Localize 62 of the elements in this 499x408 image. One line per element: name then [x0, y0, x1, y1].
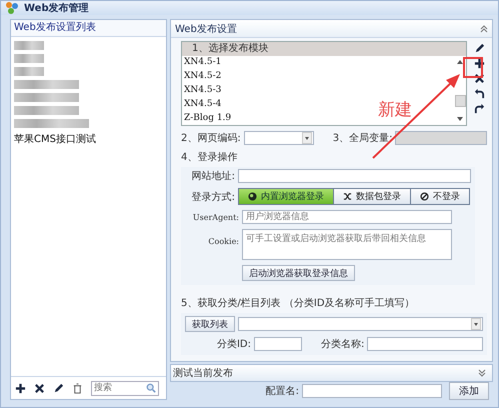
search-icon [146, 383, 156, 393]
blurred-text [14, 41, 44, 50]
ban-icon [420, 192, 429, 201]
add-button[interactable]: 添加 [449, 382, 489, 400]
blurred-text [14, 93, 79, 102]
undo-icon[interactable] [474, 88, 484, 99]
app-icon [5, 1, 19, 15]
field-label: Cookie: [207, 236, 239, 246]
redo-icon[interactable] [474, 103, 484, 114]
expand-icon [478, 369, 486, 377]
panel-title: 测试当前发布 [173, 366, 233, 380]
input-field[interactable] [238, 169, 471, 183]
panel-title: Web发布设置列表 [11, 20, 166, 37]
input-field[interactable] [302, 384, 442, 398]
blurred-text [14, 80, 79, 89]
module-item[interactable]: XN4.5-1 [184, 56, 222, 70]
module-item[interactable]: XN4.5-2 [184, 70, 222, 84]
module-item[interactable]: Z-Blog 1.9 [184, 112, 232, 125]
list-item[interactable]: 苹果CMS接口测试 [14, 132, 163, 146]
annotation-text: 新建 [378, 99, 412, 121]
shuffle-icon [343, 192, 352, 201]
close-icon[interactable] [474, 73, 484, 84]
login-mode-button[interactable]: 不登录 [410, 189, 469, 204]
field-label: 登录方式: [190, 190, 235, 204]
search-field[interactable]: 搜索 [91, 380, 159, 396]
blurred-text [14, 106, 79, 115]
login-mode-button[interactable]: 内置浏览器登录 [239, 189, 333, 204]
section-title: 4、登录操作 [181, 151, 238, 164]
input-field[interactable]: 用户浏览器信息 [242, 210, 452, 224]
blurred-text [14, 54, 44, 63]
field-label: UserAgent: [192, 212, 239, 222]
login-mode-button[interactable]: 数据包登录 [333, 189, 410, 204]
field-label: 配置名: [266, 384, 299, 398]
text-area[interactable]: 可手工设置或启动浏览器获取后带回相关信息 [242, 229, 452, 260]
blurred-text [14, 67, 44, 76]
module-item[interactable]: XN4.5-4 [184, 98, 222, 111]
window-title: Web发布管理 [24, 2, 89, 15]
input-field[interactable] [367, 337, 483, 351]
collapse-icon[interactable] [480, 24, 488, 32]
input-field[interactable] [395, 131, 487, 145]
add-icon[interactable] [474, 58, 484, 69]
input-field[interactable] [254, 337, 302, 351]
scroll-down-icon[interactable] [456, 116, 464, 122]
section-title: 5、获取分类/栏目列表 （分类ID及名称可手工填写） [181, 296, 416, 310]
add-icon[interactable] [15, 382, 26, 394]
scroll-up-icon[interactable] [456, 59, 464, 65]
pencil-icon[interactable] [474, 43, 484, 54]
get-list-button[interactable]: 获取列表 [185, 316, 235, 332]
launch-browser-button[interactable]: 启动浏览器获取登录信息 [242, 265, 355, 281]
trash-icon[interactable] [72, 382, 83, 394]
field-label: 分类名称: [321, 338, 364, 351]
field-label: 网站地址: [190, 170, 235, 183]
list-header: 1、选择发布模块 [182, 42, 466, 56]
field-label: 分类ID: [216, 338, 251, 351]
pencil-icon[interactable] [53, 382, 64, 394]
panel-title: Web发布设置 [175, 22, 237, 36]
test-panel-header[interactable]: 测试当前发布 [170, 364, 493, 382]
field-label: 2、网页编码: [181, 132, 241, 145]
module-item[interactable]: XN4.5-3 [184, 84, 222, 97]
highlight-box [463, 57, 483, 78]
close-icon[interactable] [34, 382, 45, 394]
globe-icon [248, 192, 257, 201]
